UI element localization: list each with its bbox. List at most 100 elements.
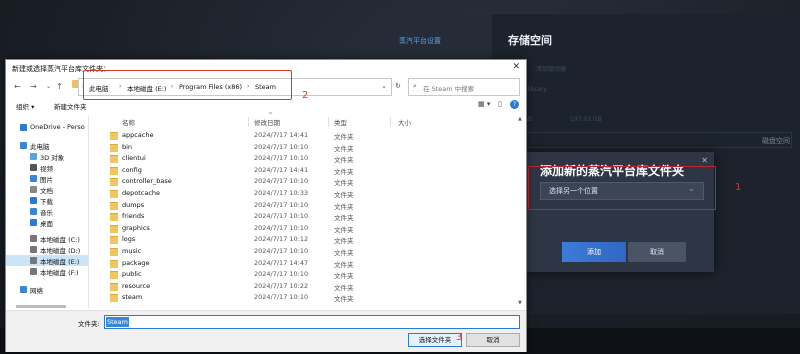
- dialog-footer: 文件夹: Steam 选择文件夹 取消: [6, 310, 526, 352]
- row-type: 文件夹: [334, 179, 354, 188]
- column-type[interactable]: 类型: [334, 117, 347, 127]
- row-name: public: [122, 270, 142, 279]
- folder-name-value: Steam: [106, 317, 129, 327]
- picture-icon: [30, 175, 37, 182]
- disk-space-label: 磁盘空间: [762, 137, 790, 145]
- sidebar-item[interactable]: 3D 对象: [6, 151, 88, 162]
- sidebar-item-label: OneDrive - Perso: [30, 123, 85, 131]
- recent-chevron-icon[interactable]: ⌄: [46, 83, 51, 90]
- back-arrow-icon[interactable]: ←: [14, 82, 21, 91]
- table-row[interactable]: steam 2024/7/17 10:10 文件夹: [98, 292, 428, 303]
- new-folder-button[interactable]: 新建文件夹: [54, 101, 87, 111]
- sidebar-item[interactable]: 本地磁盘 (C:): [6, 233, 88, 244]
- column-divider[interactable]: [390, 117, 391, 127]
- scroll-thumb[interactable]: [16, 305, 66, 308]
- sidebar-item-label: 本地磁盘 (C:): [40, 236, 80, 244]
- drive-icon: [30, 246, 37, 253]
- table-row[interactable]: dumps 2024/7/17 10:10 文件夹: [98, 200, 428, 211]
- desktop-icon: [30, 219, 37, 226]
- row-name: package: [122, 258, 150, 267]
- table-row[interactable]: bin 2024/7/17 10:10 文件夹: [98, 142, 428, 153]
- table-row[interactable]: package 2024/7/17 14:47 文件夹: [98, 258, 428, 269]
- steam-cancel-button[interactable]: 取消: [628, 242, 686, 262]
- table-row[interactable]: config 2024/7/17 14:41 文件夹: [98, 165, 428, 176]
- sidebar-item[interactable]: 网络: [6, 284, 88, 295]
- library-size-free: 193.03 GB: [570, 116, 602, 123]
- steam-nav-title[interactable]: 蒸汽平台设置: [399, 36, 441, 46]
- help-icon[interactable]: ?: [510, 100, 519, 109]
- sidebar-item[interactable]: 下载: [6, 195, 88, 206]
- close-icon[interactable]: ✕: [701, 156, 708, 165]
- row-type: 文件夹: [334, 167, 354, 176]
- view-options-icon[interactable]: ▦ ▾: [478, 100, 490, 108]
- folder-icon: [110, 166, 118, 175]
- row-date: 2024/7/17 10:10: [254, 223, 309, 232]
- scroll-down-icon[interactable]: ▼: [518, 300, 522, 306]
- row-type: 文件夹: [334, 133, 354, 141]
- chevron-down-icon[interactable]: ⌄: [381, 82, 387, 90]
- organize-button[interactable]: 组织 ▾: [16, 101, 34, 111]
- table-row[interactable]: music 2024/7/17 10:10 文件夹: [98, 246, 428, 257]
- sidebar-item[interactable]: 文档: [6, 184, 88, 195]
- sidebar-item[interactable]: 图片: [6, 173, 88, 184]
- close-icon[interactable]: ✕: [512, 62, 520, 72]
- sidebar-item[interactable]: 音乐: [6, 206, 88, 217]
- sidebar-item-label: 此电脑: [30, 143, 50, 151]
- add-drive-label[interactable]: 添加驱动器: [536, 64, 566, 73]
- search-icon: ⌕: [413, 82, 417, 90]
- row-name: appcache: [122, 131, 154, 139]
- sidebar-item[interactable]: 本地磁盘 (F:): [6, 266, 88, 277]
- table-row[interactable]: friends 2024/7/17 10:10 文件夹: [98, 211, 428, 222]
- folder-icon: [110, 178, 118, 187]
- search-placeholder: 在 Steam 中搜索: [423, 85, 475, 93]
- sidebar-item[interactable]: 本地磁盘 (E:): [6, 255, 88, 266]
- refresh-icon[interactable]: ↻: [395, 82, 401, 90]
- column-size[interactable]: 大小: [398, 117, 411, 127]
- row-type: 文件夹: [334, 260, 354, 269]
- drive-icon: [30, 235, 37, 242]
- sidebar-item[interactable]: OneDrive - Perso: [6, 122, 88, 133]
- sidebar-item[interactable]: 桌面: [6, 217, 88, 228]
- annotation-2: 2: [302, 90, 309, 101]
- table-row[interactable]: logs 2024/7/17 10:12 文件夹: [98, 234, 428, 245]
- column-date[interactable]: 修改日期: [254, 117, 280, 127]
- row-name: logs: [122, 235, 136, 244]
- table-row[interactable]: graphics 2024/7/17 10:10 文件夹: [98, 223, 428, 234]
- folder-icon: [110, 224, 118, 233]
- vertical-scrollbar[interactable]: ▲ ▼: [518, 116, 525, 306]
- sidebar-item-label: 本地磁盘 (E:): [40, 258, 80, 266]
- drive-icon: [30, 268, 37, 275]
- pane-divider[interactable]: [88, 116, 89, 308]
- select-folder-button[interactable]: 选择文件夹: [408, 333, 462, 347]
- row-type: 文件夹: [334, 283, 354, 292]
- row-type: 文件夹: [334, 144, 354, 153]
- search-input[interactable]: ⌕ 在 Steam 中搜索: [408, 78, 520, 96]
- folder-name-input[interactable]: Steam: [104, 315, 520, 329]
- table-row[interactable]: clientui 2024/7/17 10:10 文件夹: [98, 153, 428, 164]
- add-button[interactable]: 添加: [562, 242, 626, 262]
- preview-pane-icon[interactable]: ▯: [498, 100, 502, 108]
- sidebar-item[interactable]: 视频: [6, 162, 88, 173]
- horizontal-scrollbar[interactable]: [6, 303, 88, 310]
- column-divider[interactable]: [328, 117, 329, 127]
- column-divider[interactable]: [248, 117, 249, 127]
- column-name[interactable]: 名称: [122, 117, 135, 127]
- table-row[interactable]: depotcache 2024/7/17 10:33 文件夹: [98, 188, 428, 199]
- row-name: graphics: [122, 223, 150, 232]
- folder-icon: [110, 201, 118, 210]
- table-row[interactable]: public 2024/7/17 10:10 文件夹: [98, 269, 428, 280]
- cancel-button[interactable]: 取消: [466, 333, 520, 347]
- row-date: 2024/7/17 10:22: [254, 281, 309, 290]
- forward-arrow-icon[interactable]: →: [30, 82, 37, 91]
- up-arrow-icon[interactable]: ↑: [56, 82, 63, 91]
- folder-icon: [110, 248, 118, 256]
- drive-dropdown[interactable]: [520, 132, 792, 148]
- table-row[interactable]: resource 2024/7/17 10:22 文件夹: [98, 281, 428, 292]
- row-type: 文件夹: [334, 191, 354, 199]
- sidebar-item[interactable]: 本地磁盘 (D:): [6, 244, 88, 255]
- row-type: 文件夹: [334, 156, 354, 165]
- table-row[interactable]: controller_base 2024/7/17 10:10 文件夹: [98, 176, 428, 187]
- scroll-up-icon[interactable]: ▲: [518, 116, 522, 122]
- table-row[interactable]: appcache 2024/7/17 14:41 文件夹: [98, 130, 428, 141]
- sidebar-item[interactable]: 此电脑: [6, 140, 88, 151]
